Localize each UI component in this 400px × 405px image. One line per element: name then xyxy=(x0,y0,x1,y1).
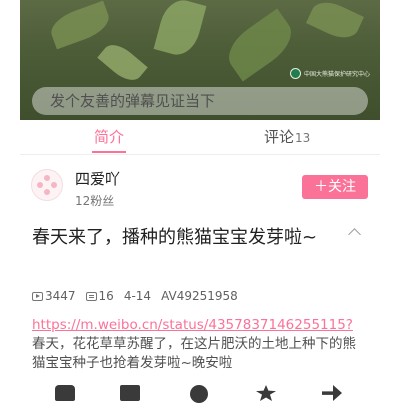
description-text: 春天，花花草草苏醒了，在这片肥沃的土地上种下的熊猫宝宝种子也抢着发芽啦~晚安啦 xyxy=(32,336,356,371)
video-stats: 3447 16 4-14 AV49251958 xyxy=(32,289,238,303)
avatar-decoration xyxy=(37,182,43,188)
tab-comments[interactable]: 评论13 xyxy=(264,126,310,147)
description-link[interactable]: https://m.weibo.cn/status/43578371462551… xyxy=(32,316,368,335)
share-icon[interactable] xyxy=(322,385,342,401)
coin-icon[interactable] xyxy=(120,385,140,401)
danmaku-input[interactable]: 发个友善的弹幕见证当下 xyxy=(32,87,368,115)
video-watermark: 中国大熊猫保护研究中心 xyxy=(289,68,370,79)
video-description: https://m.weibo.cn/status/43578371462551… xyxy=(32,316,368,373)
star-icon[interactable] xyxy=(256,385,276,401)
collapse-chevron-icon[interactable] xyxy=(348,228,361,241)
avatar-decoration xyxy=(51,182,57,188)
avatar-decoration xyxy=(44,175,50,181)
comment-count: 13 xyxy=(295,131,311,145)
video-player[interactable]: 中国大熊猫保护研究中心 发个友善的弹幕见证当下 xyxy=(20,0,380,120)
avatar-decoration xyxy=(44,189,50,195)
video-title: 春天来了，播种的熊猫宝宝发芽啦~ xyxy=(32,227,318,248)
video-frame-leaf xyxy=(97,38,148,87)
uploader-name[interactable]: 四爱吖 xyxy=(75,168,120,189)
video-frame-leaf xyxy=(46,0,114,50)
watermark-logo-icon xyxy=(289,68,301,79)
av-id: AV49251958 xyxy=(161,289,238,303)
fan-count: 12粉丝 xyxy=(75,194,115,208)
avatar[interactable] xyxy=(31,169,63,201)
danmaku-placeholder: 发个友善的弹幕见证当下 xyxy=(50,92,216,110)
upload-date: 4-14 xyxy=(123,289,152,303)
tab-intro[interactable]: 简介 xyxy=(94,126,124,147)
video-frame-leaf xyxy=(306,0,364,45)
action-bar xyxy=(20,385,380,405)
watermark-text: 中国大熊猫保护研究中心 xyxy=(303,71,370,78)
video-frame-leaf xyxy=(153,0,207,60)
play-count: 3447 xyxy=(45,289,76,303)
active-tab-indicator xyxy=(92,151,126,153)
danmaku-count: 16 xyxy=(98,289,114,303)
tab-comments-label: 评论 xyxy=(264,128,295,146)
tab-bar: 简介 评论13 xyxy=(20,120,380,155)
video-frame-leaf xyxy=(219,8,301,82)
dislike-icon[interactable] xyxy=(190,385,208,403)
like-icon[interactable] xyxy=(55,385,75,401)
follow-button[interactable]: ＋关注 xyxy=(302,175,368,199)
danmaku-count-icon xyxy=(85,291,97,301)
play-count-icon xyxy=(32,291,43,301)
